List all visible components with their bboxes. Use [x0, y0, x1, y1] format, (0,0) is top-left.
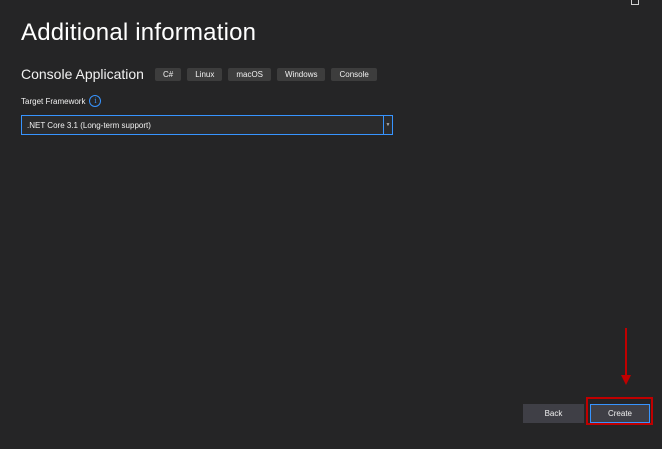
info-icon[interactable]: i — [89, 95, 102, 107]
template-tags: C# Linux macOS Windows Console — [154, 67, 377, 81]
tag-console: Console — [331, 67, 377, 81]
template-summary: Console Application C# Linux macOS Windo… — [21, 65, 377, 83]
chevron-down-icon[interactable]: ▼ — [383, 116, 392, 134]
tag-macos: macOS — [228, 67, 272, 81]
back-button[interactable]: Back — [523, 404, 584, 423]
tag-csharp: C# — [154, 67, 182, 81]
annotation-arrow-head-icon — [621, 375, 631, 385]
page-title: Additional information — [21, 19, 257, 46]
target-framework-label-row: Target Framework i — [21, 95, 102, 107]
template-name: Console Application — [21, 66, 144, 82]
target-framework-value: .NET Core 3.1 (Long-term support) — [27, 120, 151, 130]
annotation-highlight-box — [586, 397, 653, 425]
window-restore-icon[interactable] — [631, 0, 639, 5]
tag-windows: Windows — [277, 67, 326, 81]
target-framework-dropdown[interactable]: .NET Core 3.1 (Long-term support) ▼ — [21, 115, 393, 135]
annotation-arrow-shaft — [625, 328, 627, 376]
tag-linux: Linux — [187, 67, 223, 81]
target-framework-label: Target Framework — [21, 96, 86, 106]
